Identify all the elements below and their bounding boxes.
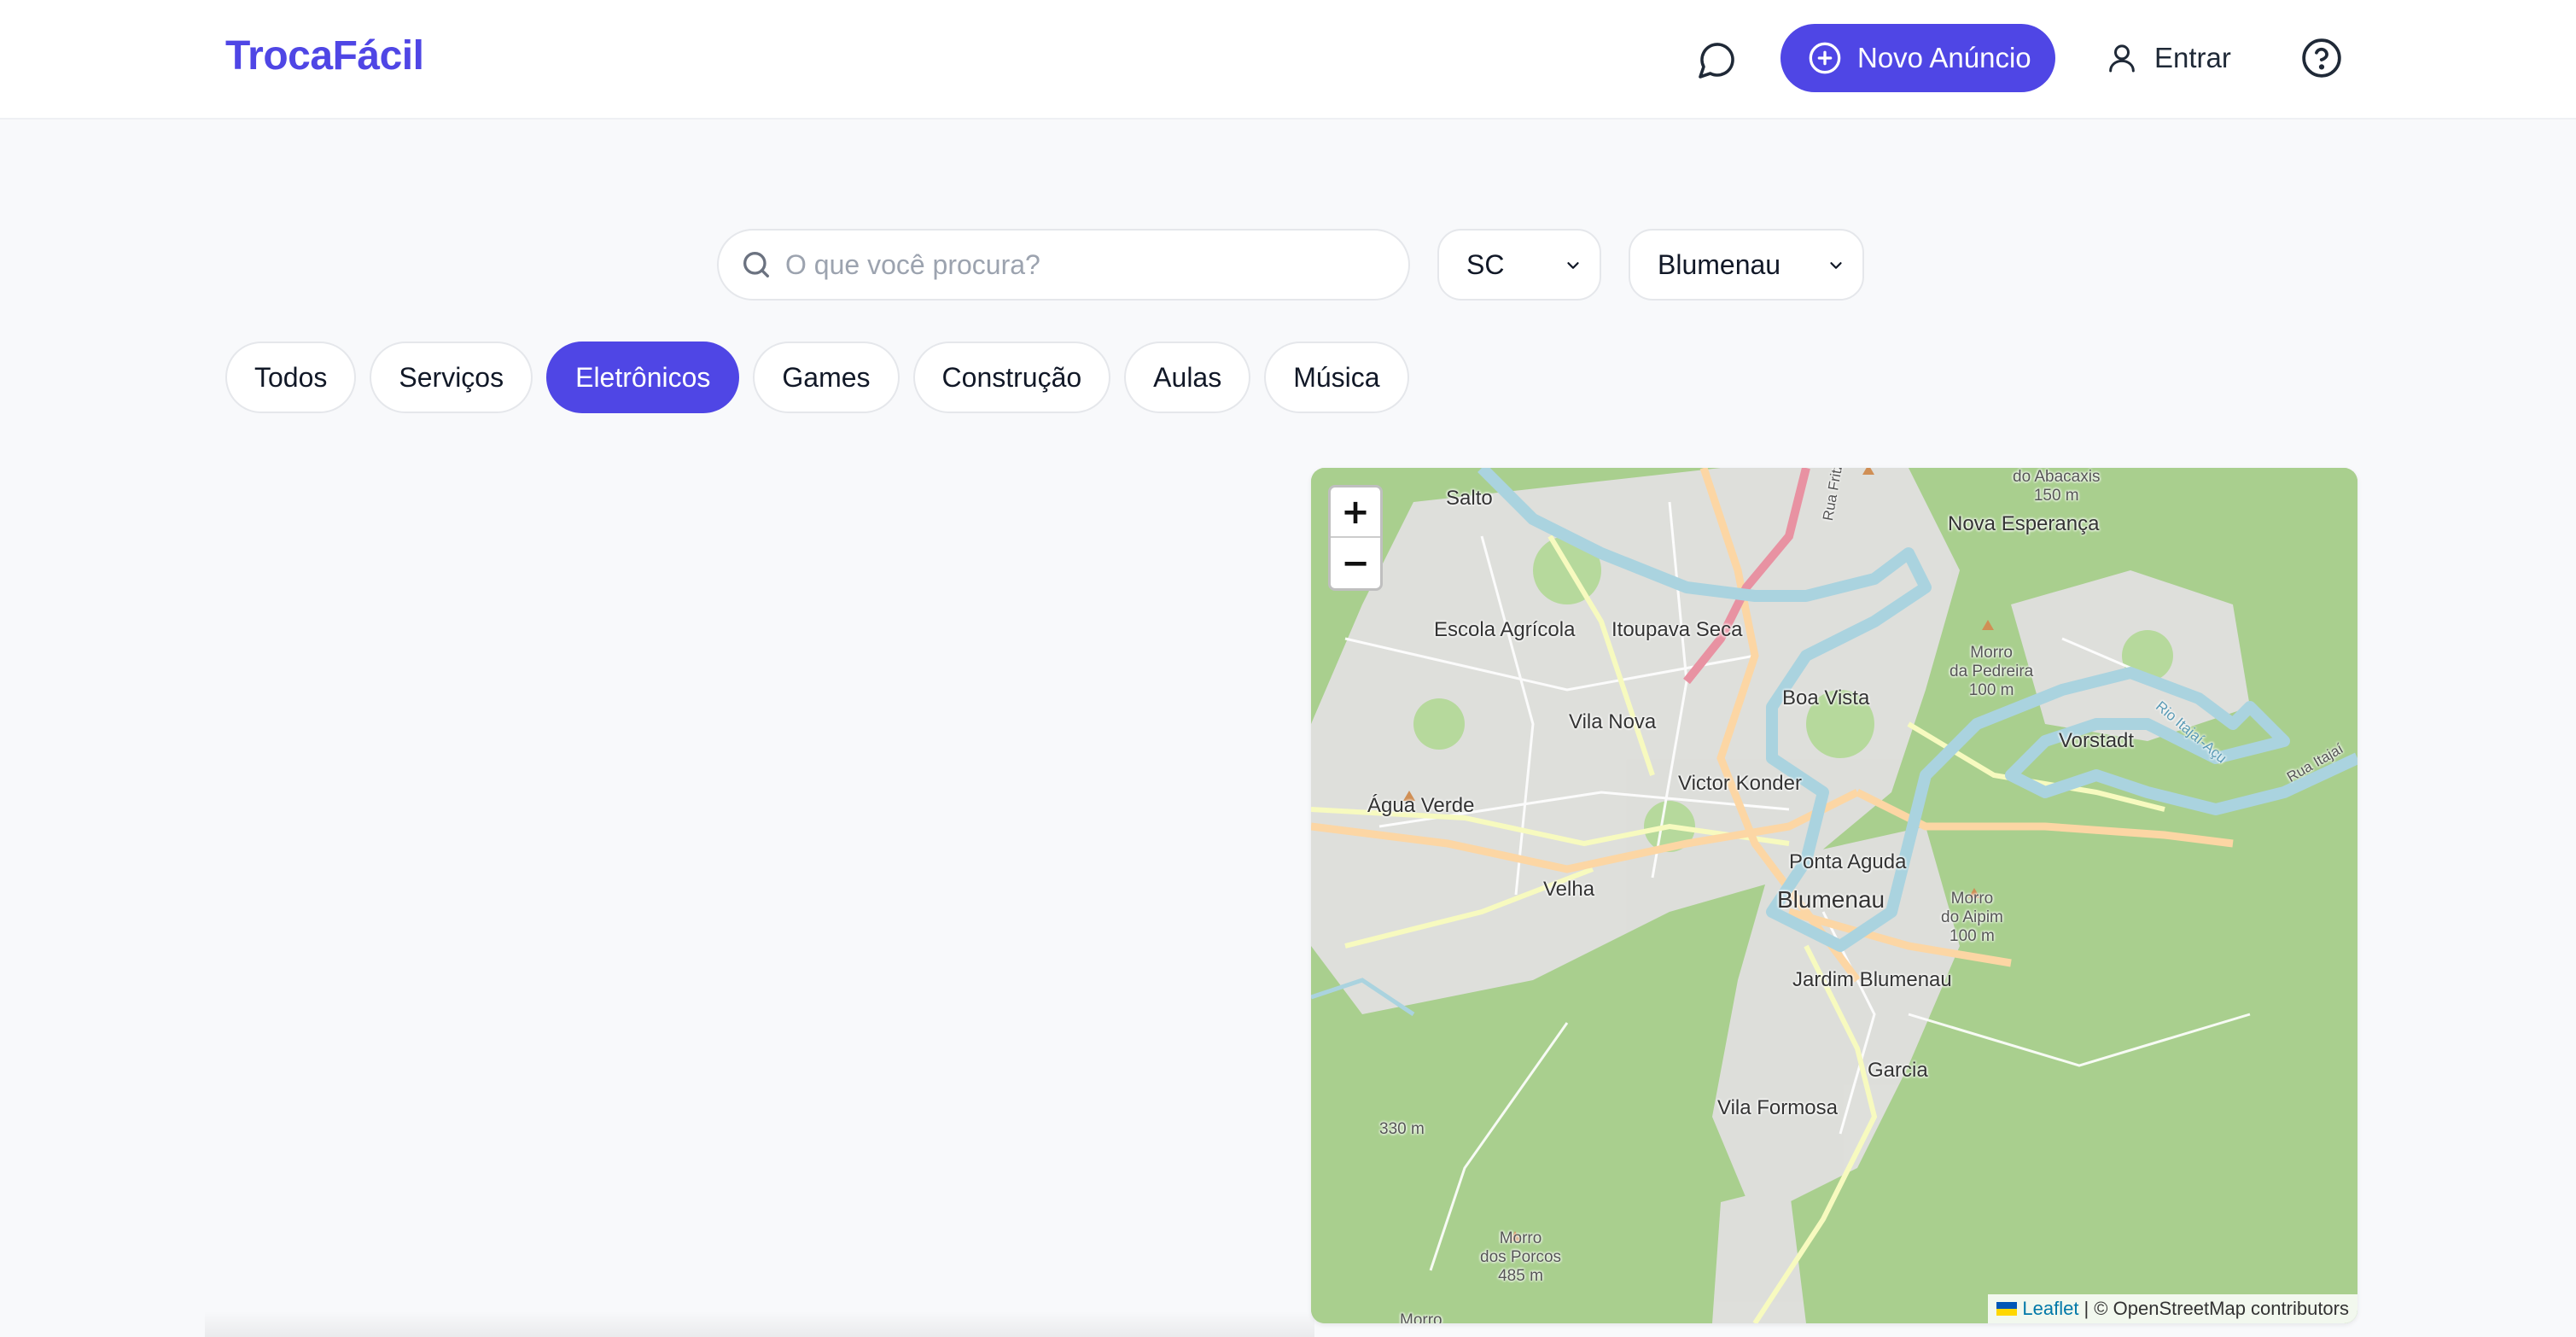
map-label-salto: Salto bbox=[1446, 487, 1493, 510]
map-label-itoupava-seca: Itoupava Seca bbox=[1611, 618, 1743, 641]
new-ad-label: Novo Anúncio bbox=[1857, 42, 2031, 73]
login-label: Entrar bbox=[2154, 42, 2231, 73]
category-filter: Todos Serviços Eletrônicos Games Constru… bbox=[225, 342, 1409, 413]
peak-label-abacaxis: do Abacaxis 150 m bbox=[2013, 468, 2101, 505]
user-icon bbox=[2109, 44, 2135, 73]
map-label-boa-vista: Boa Vista bbox=[1782, 686, 1870, 709]
attribution-text: | © OpenStreetMap contributors bbox=[2084, 1298, 2349, 1319]
zoom-out-button[interactable]: − bbox=[1331, 538, 1380, 588]
category-chip-construcao[interactable]: Construção bbox=[912, 342, 1111, 413]
map-attribution: Leaflet | © OpenStreetMap contributors bbox=[1988, 1294, 2357, 1323]
map-label-escola-agricola: Escola Agrícola bbox=[1434, 618, 1576, 641]
listing-shadow bbox=[205, 1311, 1314, 1337]
category-chip-aulas[interactable]: Aulas bbox=[1124, 342, 1251, 413]
map-label-vorstadt: Vorstadt bbox=[2059, 729, 2135, 752]
search-bar bbox=[717, 229, 1410, 301]
map-label-ponta-aguda: Ponta Aguda bbox=[1789, 850, 1907, 873]
new-ad-button[interactable]: Novo Anúncio bbox=[1780, 24, 2055, 92]
map-label-velha: Velha bbox=[1543, 878, 1595, 901]
chevron-down-icon bbox=[1567, 262, 1579, 269]
brand-logo[interactable]: TrocaFácil bbox=[225, 32, 424, 79]
map-label-vila-formosa: Vila Formosa bbox=[1717, 1096, 1838, 1119]
search-icon bbox=[743, 252, 769, 277]
state-select[interactable]: SC bbox=[1437, 229, 1601, 301]
map-label-victor-konder: Victor Konder bbox=[1678, 772, 1802, 795]
chevron-down-icon bbox=[1830, 262, 1842, 269]
state-select-value: SC bbox=[1466, 248, 1505, 280]
plus-circle-icon bbox=[1809, 42, 1841, 74]
map-label-nova-esperanca: Nova Esperança bbox=[1948, 512, 2100, 535]
ukraine-flag-icon bbox=[1996, 1302, 2018, 1316]
peak-label-porcos: Morro dos Porcos 485 m bbox=[1480, 1229, 1562, 1285]
zoom-control: + − bbox=[1328, 485, 1383, 591]
chat-button[interactable] bbox=[1690, 32, 1745, 87]
category-chip-musica[interactable]: Música bbox=[1264, 342, 1409, 413]
leaflet-link[interactable]: Leaflet bbox=[2022, 1298, 2078, 1320]
help-circle-icon bbox=[2302, 38, 2341, 78]
zoom-in-button[interactable]: + bbox=[1331, 488, 1380, 538]
map-label-blumenau: Blumenau bbox=[1777, 886, 1885, 913]
top-header: TrocaFácil Novo Anúncio Entrar bbox=[0, 0, 2576, 120]
peak-label-330: 330 m bbox=[1379, 1120, 1425, 1138]
category-chip-eletronicos[interactable]: Eletrônicos bbox=[546, 342, 740, 413]
map-view[interactable]: Salto Nova Esperança Escola Agrícola Ito… bbox=[1311, 468, 2357, 1323]
peak-label-aipim: Morro do Aipim 100 m bbox=[1941, 890, 2003, 945]
category-chip-todos[interactable]: Todos bbox=[225, 342, 357, 413]
category-chip-games[interactable]: Games bbox=[753, 342, 900, 413]
login-button[interactable]: Entrar bbox=[2105, 32, 2231, 84]
city-select[interactable]: Blumenau bbox=[1629, 229, 1864, 301]
map-label-vila-nova: Vila Nova bbox=[1569, 710, 1657, 733]
city-select-value: Blumenau bbox=[1658, 248, 1781, 280]
map-label-jardim-blumenau: Jardim Blumenau bbox=[1792, 968, 1952, 991]
map-label-garcia: Garcia bbox=[1868, 1059, 1928, 1082]
category-chip-servicos[interactable]: Serviços bbox=[370, 342, 533, 413]
search-input[interactable] bbox=[785, 248, 1383, 281]
help-button[interactable] bbox=[2294, 31, 2349, 85]
peak-label-morro-bottom: Morro bbox=[1400, 1311, 1442, 1323]
peak-label-pedreira: Morro da Pedreira 100 m bbox=[1949, 644, 2034, 699]
chat-bubble-icon bbox=[1699, 43, 1734, 79]
map-label-agua-verde: Água Verde bbox=[1367, 794, 1475, 817]
